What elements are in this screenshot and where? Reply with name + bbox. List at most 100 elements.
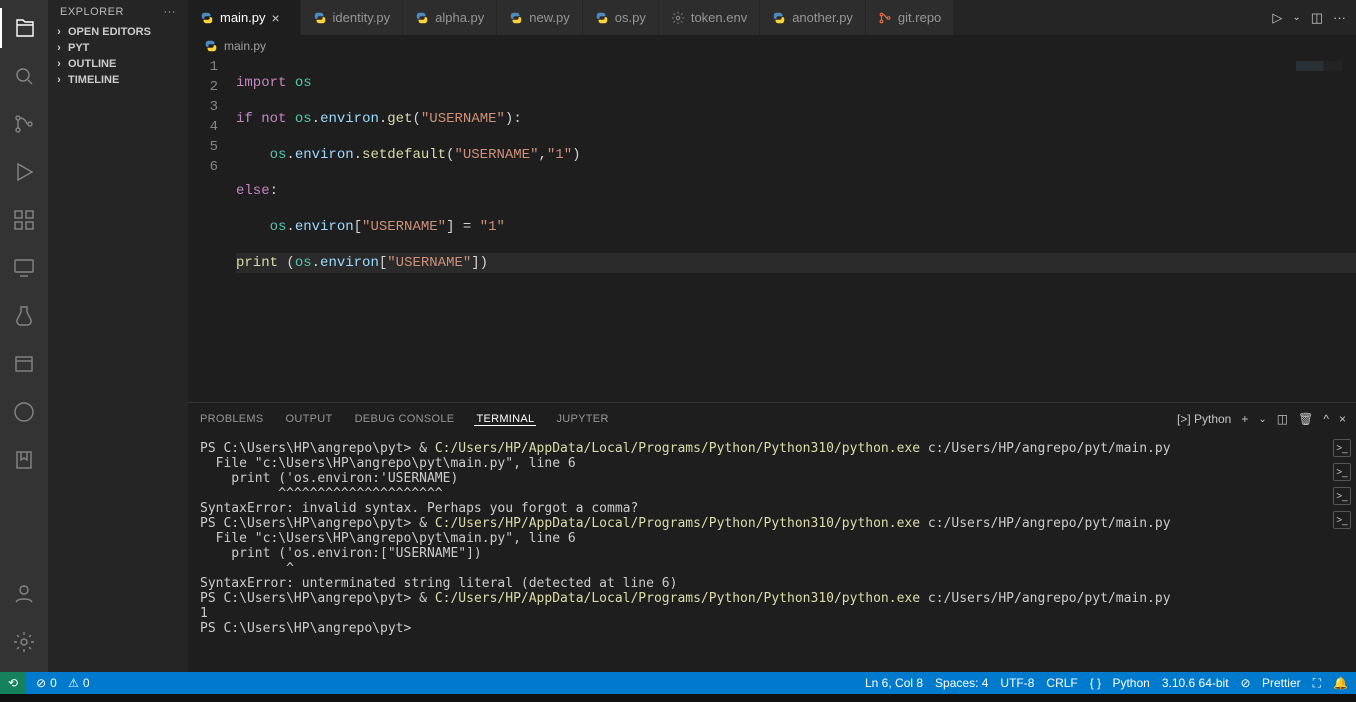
explorer-icon[interactable]: [0, 8, 48, 48]
windows-taskbar[interactable]: [0, 694, 1356, 702]
sidebar-title: EXPLORER: [60, 6, 124, 18]
split-editor-icon[interactable]: ◫: [1311, 10, 1323, 26]
eol-status[interactable]: CRLF: [1046, 676, 1077, 690]
remote-explorer-icon[interactable]: [0, 248, 48, 288]
editor-tab[interactable]: os.py: [583, 0, 659, 35]
sidebar-more-icon[interactable]: ···: [164, 6, 177, 18]
chevron-right-icon: ›: [54, 58, 64, 70]
tab-label: token.env: [691, 10, 747, 25]
tab-label: main.py: [220, 10, 266, 25]
problems-status[interactable]: ⊘0 ⚠0: [36, 676, 90, 690]
editor-tab[interactable]: new.py: [497, 0, 582, 35]
chevron-right-icon: ›: [54, 42, 64, 54]
tab-label: os.py: [615, 10, 646, 25]
maximize-panel-icon[interactable]: ^: [1323, 412, 1329, 426]
minimap[interactable]: [1296, 61, 1342, 71]
tab-label: identity.py: [333, 10, 391, 25]
terminal-dropdown-icon[interactable]: ⌄: [1258, 414, 1266, 425]
indentation-status[interactable]: Spaces: 4: [935, 676, 988, 690]
close-tab-icon[interactable]: ×: [272, 10, 288, 26]
panel-tabs: PROBLEMS OUTPUT DEBUG CONSOLE TERMINAL JUPYT…: [198, 413, 611, 426]
python-file-icon: [509, 11, 523, 25]
chevron-right-icon: ›: [54, 74, 64, 86]
terminal-gutter: >_ >_ >_ >_: [1328, 435, 1356, 529]
line-gutter: 123456: [188, 57, 236, 402]
run-dropdown-icon[interactable]: ⌄: [1292, 12, 1300, 23]
code-content: import os if not os.environ.get("USERNAM…: [236, 57, 1356, 402]
run-debug-icon[interactable]: [0, 152, 48, 192]
editor-tab[interactable]: identity.py: [301, 0, 404, 35]
bottom-panel: PROBLEMS OUTPUT DEBUG CONSOLE TERMINAL JUPYT…: [188, 402, 1356, 672]
python-file-icon: [313, 11, 327, 25]
tab-label: new.py: [529, 10, 569, 25]
chevron-right-icon: ›: [54, 26, 64, 38]
gear-file-icon: [671, 11, 685, 25]
bookmarks-icon[interactable]: [0, 440, 48, 480]
status-bar: ⟲ ⊘0 ⚠0 Ln 6, Col 8 Spaces: 4 UTF-8 CRLF…: [0, 672, 1356, 694]
terminal-profile-label[interactable]: [>] Python: [1177, 412, 1231, 426]
new-terminal-icon[interactable]: +: [1241, 412, 1248, 426]
editor-tab[interactable]: git.repo: [866, 0, 954, 35]
panel-tab-terminal[interactable]: TERMINAL: [474, 413, 536, 426]
testing-icon[interactable]: [0, 296, 48, 336]
remote-icon: ⟲: [8, 676, 18, 690]
sidebar-section-outline[interactable]: ›OUTLINE: [48, 56, 188, 72]
settings-gear-icon[interactable]: [0, 622, 48, 662]
split-terminal-icon[interactable]: ◫: [1277, 412, 1288, 426]
source-control-icon[interactable]: [0, 104, 48, 144]
breadcrumb-file: main.py: [224, 39, 266, 53]
python-file-icon: [204, 39, 218, 53]
encoding-status[interactable]: UTF-8: [1000, 676, 1034, 690]
tab-label: git.repo: [898, 10, 941, 25]
python-file-icon: [200, 11, 214, 25]
sidebar-section-folder[interactable]: ›PYT: [48, 40, 188, 56]
error-icon: ⊘: [36, 676, 46, 690]
prettier-nocheck-icon: ⊘: [1241, 676, 1251, 690]
terminal-instance-icon[interactable]: >_: [1333, 439, 1351, 457]
panel-tab-problems[interactable]: PROBLEMS: [198, 413, 266, 426]
panel-tab-output[interactable]: OUTPUT: [284, 413, 335, 426]
editor-tab[interactable]: another.py: [760, 0, 866, 35]
python-file-icon: [415, 11, 429, 25]
run-file-icon[interactable]: ▷: [1272, 10, 1282, 26]
search-icon[interactable]: [0, 56, 48, 96]
close-panel-icon[interactable]: ×: [1339, 412, 1346, 426]
editor-tab[interactable]: token.env: [659, 0, 760, 35]
python-interpreter[interactable]: 3.10.6 64-bit: [1162, 676, 1229, 690]
tab-label: alpha.py: [435, 10, 484, 25]
sidebar-section-open-editors[interactable]: ›OPEN EDITORS: [48, 24, 188, 40]
python-file-icon: [772, 11, 786, 25]
activity-bar: [0, 0, 48, 672]
prettier-status[interactable]: ⊘ Prettier: [1241, 676, 1301, 690]
terminal-instance-icon[interactable]: >_: [1333, 511, 1351, 529]
explorer-sidebar: EXPLORER ··· ›OPEN EDITORS ›PYT ›OUTLINE…: [48, 0, 188, 672]
remote-indicator[interactable]: ⟲: [0, 672, 26, 694]
code-editor[interactable]: 123456 import os if not os.environ.get("…: [188, 57, 1356, 402]
git-file-icon: [878, 11, 892, 25]
editor-more-icon[interactable]: ···: [1333, 10, 1346, 25]
projects-icon[interactable]: [0, 344, 48, 384]
braces-icon: { }: [1090, 676, 1101, 690]
extensions-icon[interactable]: [0, 200, 48, 240]
terminal[interactable]: PS C:\Users\HP\angrepo\pyt> & C:/Users/H…: [188, 435, 1356, 672]
sidebar-section-timeline[interactable]: ›TIMELINE: [48, 72, 188, 88]
notifications-icon[interactable]: 🔔: [1333, 676, 1348, 690]
language-mode[interactable]: { } Python: [1090, 676, 1150, 690]
kill-terminal-icon[interactable]: 🗑: [1298, 412, 1313, 426]
github-icon[interactable]: [0, 392, 48, 432]
tab-label: another.py: [792, 10, 853, 25]
feedback-icon[interactable]: ⛶: [1313, 676, 1321, 691]
panel-tab-debug-console[interactable]: DEBUG CONSOLE: [353, 413, 457, 426]
terminal-instance-icon[interactable]: >_: [1333, 463, 1351, 481]
editor-tabs: main.py × identity.py alpha.py new.py os.py to…: [188, 0, 1262, 35]
accounts-icon[interactable]: [0, 574, 48, 614]
editor-tab[interactable]: alpha.py: [403, 0, 497, 35]
editor-tab[interactable]: main.py ×: [188, 0, 301, 35]
python-file-icon: [595, 11, 609, 25]
breadcrumb[interactable]: main.py: [188, 35, 1356, 57]
editor-group: main.py × identity.py alpha.py new.py os.py to…: [188, 0, 1356, 672]
panel-tab-jupyter[interactable]: JUPYTER: [554, 413, 610, 426]
warning-icon: ⚠: [68, 676, 79, 690]
terminal-instance-icon[interactable]: >_: [1333, 487, 1351, 505]
cursor-position[interactable]: Ln 6, Col 8: [865, 676, 923, 690]
